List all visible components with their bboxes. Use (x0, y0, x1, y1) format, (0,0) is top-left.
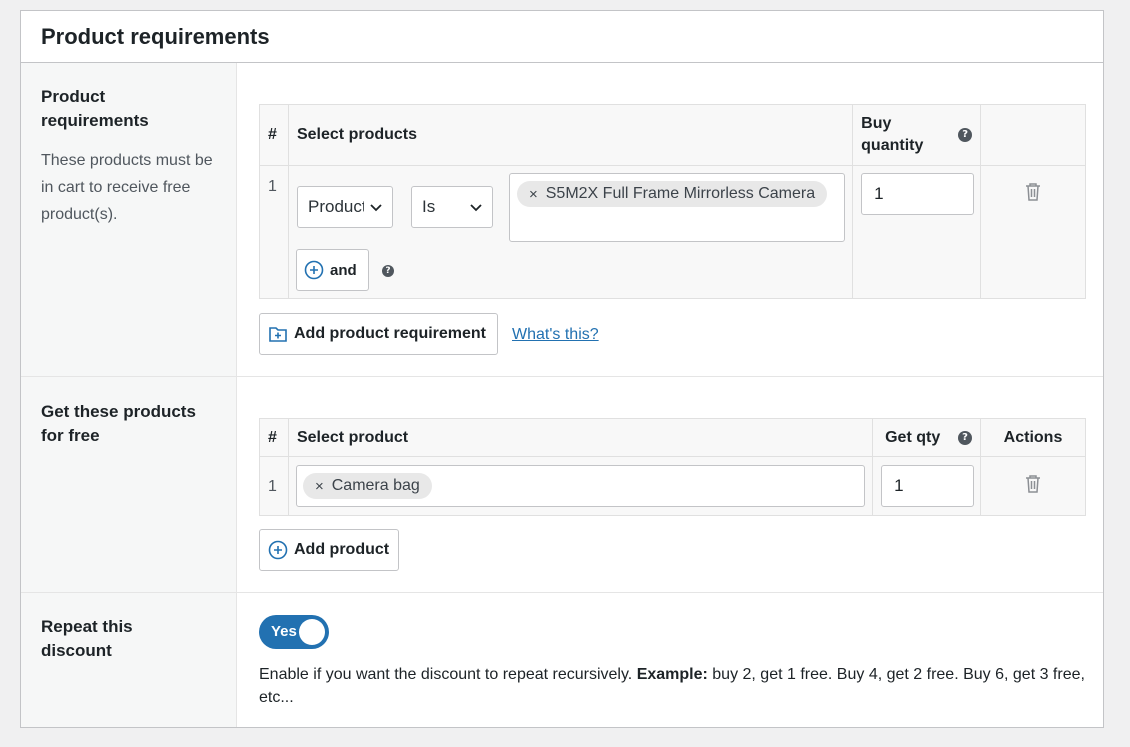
chevron-down-icon (370, 204, 382, 212)
table-row: 1 Product Is × S5M2X Full Frame Mirrorle… (259, 165, 1086, 299)
free-products-body: # Select product Get qty ? Actions 1 × C… (259, 377, 1086, 592)
col-buy-quantity-header: Buy quantity ? (852, 104, 982, 166)
repeat-description-prefix: Enable if you want the discount to repea… (259, 666, 637, 683)
select-products-cell: Product Is × S5M2X Full Frame Mirrorless… (287, 165, 854, 299)
free-products-row: Get these products for free # Select pro… (21, 377, 1103, 593)
selected-product-chip: × S5M2X Full Frame Mirrorless Camera (516, 181, 828, 207)
repeat-body: Yes Enable if you want the discount to r… (259, 593, 1085, 727)
add-product-label: Add product (294, 541, 390, 558)
remove-chip-icon[interactable]: × (529, 186, 538, 203)
add-product-requirement-button[interactable]: Add product requirement (259, 313, 498, 355)
selected-product-label: S5M2X Full Frame Mirrorless Camera (545, 185, 816, 202)
operator-select[interactable]: Is (410, 186, 493, 228)
requirement-type-select[interactable]: Product (296, 186, 393, 228)
row-index: 1 (259, 456, 289, 516)
chevron-down-icon (470, 204, 482, 212)
requirements-body: # Select products Buy quantity ? 1 Produ… (259, 63, 1086, 376)
repeat-label-cell: Repeat this discount (21, 593, 237, 727)
free-products-label: Get these products for free (41, 402, 196, 445)
repeat-row: Repeat this discount Yes Enable if you w… (21, 593, 1103, 727)
requirements-table: # Select products Buy quantity ? 1 Produ… (259, 104, 1086, 299)
product-requirements-panel: Product requirements Product requirement… (20, 10, 1104, 728)
table-row: 1 × Camera bag 1 (259, 456, 1086, 516)
free-products-label-cell: Get these products for free (21, 377, 237, 592)
col-select-products-header: Select products (287, 104, 854, 166)
trash-icon[interactable] (1024, 182, 1042, 202)
selected-product-label: Camera bag (331, 477, 420, 494)
toggle-label: Yes (271, 623, 297, 640)
repeat-description: Enable if you want the discount to repea… (259, 663, 1087, 709)
panel-header: Product requirements (21, 11, 1103, 63)
free-products-table: # Select product Get qty ? Actions 1 × C… (259, 418, 1086, 516)
buy-quantity-input[interactable]: 1 (861, 173, 975, 215)
col-select-product-header: Select product (287, 418, 874, 457)
add-and-condition-button[interactable]: and (295, 249, 369, 291)
col-get-qty-header: Get qty ? (872, 418, 982, 457)
repeat-description-bold: Example: (636, 666, 708, 683)
selected-product-chip: × Camera bag (302, 473, 432, 499)
requirements-label: Product requirements (41, 87, 149, 130)
requirements-label-cell: Product requirements These products must… (21, 63, 237, 376)
get-qty-label: Get qty (885, 428, 941, 446)
and-button-label: and (329, 261, 357, 279)
add-product-button[interactable]: Add product (259, 529, 399, 571)
products-multiselect[interactable]: × S5M2X Full Frame Mirrorless Camera (508, 173, 845, 242)
add-product-requirement-label: Add product requirement (294, 325, 487, 342)
folder-plus-icon (269, 327, 287, 342)
actions-cell (980, 456, 1086, 516)
whats-this-link[interactable]: What's this? (512, 326, 599, 344)
repeat-label: Repeat this discount (41, 617, 133, 660)
panel-title: Product requirements (41, 23, 270, 49)
plus-circle-icon (268, 540, 288, 560)
select-product-cell: × Camera bag (287, 456, 874, 516)
requirements-row: Product requirements These products must… (21, 63, 1103, 377)
col-index-header: # (259, 418, 289, 457)
remove-chip-icon[interactable]: × (315, 478, 324, 495)
operator-value: Is (421, 197, 436, 216)
requirement-type-value: Product (307, 197, 364, 216)
get-qty-cell: 1 (872, 456, 982, 516)
col-actions-header: Actions (980, 418, 1086, 457)
buy-quantity-label: Buy quantity (861, 115, 924, 154)
col-actions-header (980, 104, 1086, 166)
help-icon[interactable]: ? (958, 430, 973, 445)
help-icon[interactable]: ? (381, 265, 394, 277)
free-product-multiselect[interactable]: × Camera bag (295, 465, 865, 507)
col-index-header: # (259, 104, 289, 166)
toggle-knob (299, 619, 325, 645)
get-qty-input[interactable]: 1 (881, 465, 975, 507)
help-icon[interactable]: ? (958, 128, 973, 142)
plus-circle-icon (304, 260, 324, 280)
row-index: 1 (259, 165, 289, 299)
trash-icon[interactable] (1024, 474, 1042, 494)
actions-cell (980, 165, 1086, 299)
repeat-toggle[interactable]: Yes (259, 615, 329, 649)
requirements-description: These products must be in cart to receiv… (41, 152, 213, 223)
buy-quantity-cell: 1 (852, 165, 982, 299)
